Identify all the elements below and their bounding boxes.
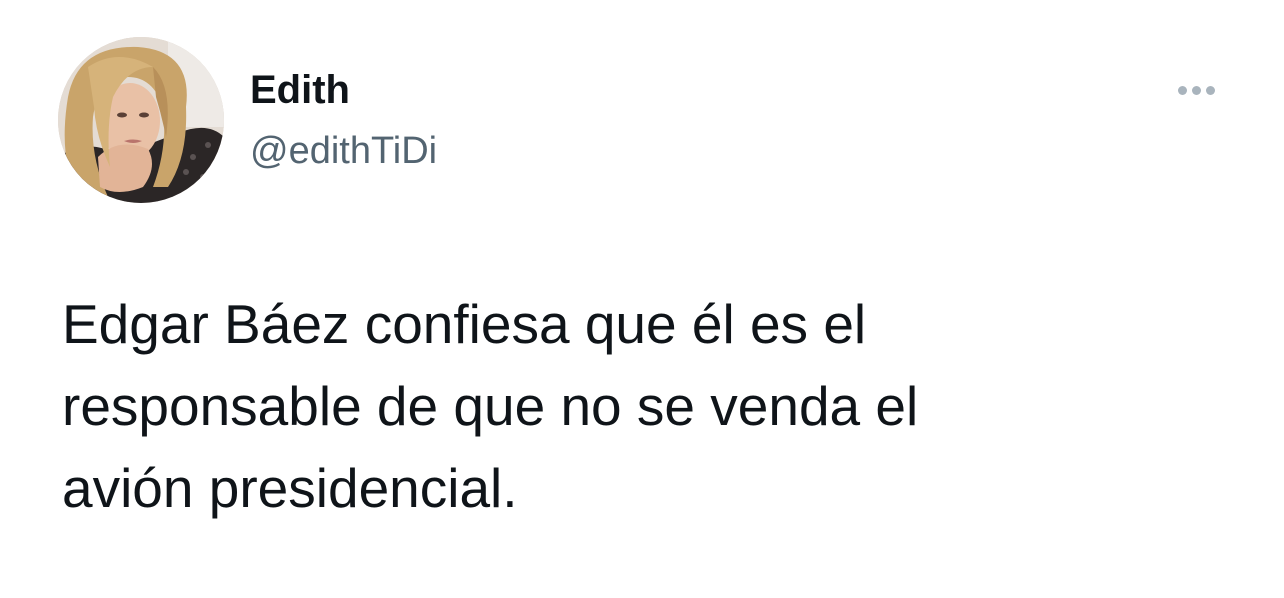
tweet-card: Edith @edithTiDi Edgar Báez confiesa que… [0, 0, 1284, 598]
avatar-photo [58, 37, 224, 203]
avatar[interactable] [58, 37, 224, 203]
tweet-text: Edgar Báez confiesa que él es el respons… [62, 283, 1222, 529]
tweet-text-line: Edgar Báez confiesa que él es el [62, 293, 867, 355]
more-options-button[interactable] [1166, 70, 1226, 110]
author-handle[interactable]: @edithTiDi [250, 128, 437, 174]
tweet-text-line: responsable de que no se venda el [62, 375, 919, 437]
author-display-name[interactable]: Edith [250, 66, 350, 114]
more-horizontal-icon [1177, 85, 1215, 95]
tweet-text-line: avión presidencial. [62, 457, 518, 519]
